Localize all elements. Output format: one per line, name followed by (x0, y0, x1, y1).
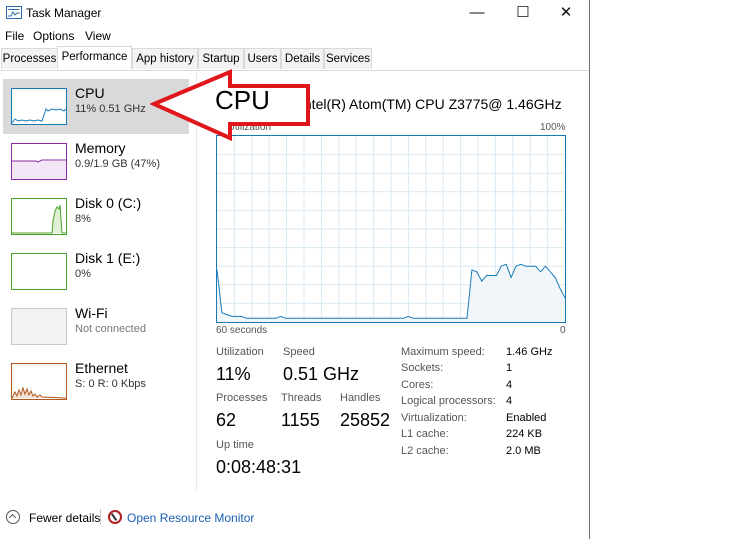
cpu-heading: CPU (215, 85, 270, 115)
maximize-icon: ☐ (516, 4, 530, 21)
sidebar-item-disk1[interactable]: Disk 1 (E:) 0% (3, 244, 189, 299)
close-button[interactable]: ✕ (543, 0, 589, 26)
detail-value: 224 KB (506, 428, 543, 440)
footer-bar: Fewer details Open Resource Monitor (0, 505, 589, 531)
detail-value: 1.46 GHz (506, 346, 553, 358)
sidebar-wifi-sub: Not connected (75, 323, 146, 335)
graph-time-right: 0 (560, 325, 566, 336)
memory-thumbnail-graph (11, 143, 67, 180)
resource-monitor-icon[interactable] (108, 510, 122, 524)
detail-value: 1 (506, 362, 513, 374)
sidebar-wifi-title: Wi-Fi (75, 305, 108, 321)
sidebar-item-memory[interactable]: Memory 0.9/1.9 GB (47%) (3, 134, 189, 189)
detail-value: Enabled (506, 412, 547, 424)
detail-key: Maximum speed: (401, 346, 485, 358)
sidebar-ethernet-title: Ethernet (75, 360, 128, 376)
cpu-graph-svg (216, 136, 566, 322)
threads-label: Threads (281, 392, 322, 404)
processes-value: 62 (216, 410, 237, 430)
detail-key: Logical processors: (401, 395, 496, 407)
cpu-thumbnail-graph (11, 88, 67, 125)
tab-services[interactable]: Services (324, 48, 372, 69)
speed-value: 0.51 GHz (283, 364, 360, 384)
detail-value: 4 (506, 395, 513, 407)
cpu-model-name: Intel(R) Atom(TM) CPU Z3775@ 1.46GHz (300, 96, 562, 112)
handles-label: Handles (340, 392, 381, 404)
maximize-button[interactable]: ☐ (500, 0, 546, 26)
utilization-value: 11% (216, 364, 251, 384)
uptime-label: Up time (216, 439, 254, 451)
sidebar-disk0-sub: 8% (75, 213, 91, 225)
tab-processes[interactable]: Processes (1, 48, 58, 69)
sidebar-item-disk0[interactable]: Disk 0 (C:) 8% (3, 189, 189, 244)
detail-key: Sockets: (401, 362, 444, 374)
detail-key: L1 cache: (401, 428, 449, 440)
detail-key: Cores: (401, 379, 434, 391)
footer-divider (100, 509, 101, 525)
wifi-thumbnail-graph (11, 308, 67, 345)
utilization-label: Utilization (216, 346, 264, 358)
graph-y-max: 100% (540, 122, 566, 133)
sidebar-disk0-title: Disk 0 (C:) (75, 195, 142, 211)
title-bar: Task Manager — ☐ ✕ (0, 0, 589, 26)
minimize-icon: — (469, 4, 485, 21)
processes-label: Processes (216, 392, 268, 404)
sidebar-disk1-sub: 0% (75, 268, 91, 280)
sidebar-memory-title: Memory (75, 140, 126, 156)
uptime-value: 0:08:48:31 (216, 457, 302, 477)
sidebar-ethernet-sub: S: 0 R: 0 Kbps (75, 378, 146, 390)
menu-view[interactable]: View (85, 29, 111, 43)
menu-bar: File Options View (0, 27, 589, 45)
chevron-up-icon[interactable] (6, 510, 20, 524)
fewer-details-link[interactable]: Fewer details (29, 511, 100, 525)
threads-value: 1155 (281, 410, 320, 430)
tab-performance[interactable]: Performance (57, 46, 132, 69)
disk0-thumbnail-graph (11, 198, 67, 235)
sidebar-disk1-title: Disk 1 (E:) (75, 250, 141, 266)
handles-value: 25852 (340, 410, 391, 430)
task-manager-icon (6, 6, 22, 19)
detail-value: 2.0 MB (506, 445, 541, 457)
sidebar-item-ethernet[interactable]: Ethernet S: 0 R: 0 Kbps (3, 354, 189, 409)
open-resource-monitor-link[interactable]: Open Resource Monitor (127, 511, 254, 525)
speed-label: Speed (283, 346, 315, 358)
ethernet-thumbnail-graph (11, 363, 67, 400)
menu-file[interactable]: File (5, 29, 24, 43)
graph-time-left: 60 seconds (216, 325, 268, 336)
detail-key: Virtualization: (401, 412, 467, 424)
close-icon: ✕ (559, 4, 573, 21)
minimize-button[interactable]: — (454, 0, 500, 26)
sidebar-cpu-title: CPU (75, 85, 105, 101)
sidebar-memory-sub: 0.9/1.9 GB (47%) (75, 158, 160, 170)
disk1-thumbnail-graph (11, 253, 67, 290)
window-title: Task Manager (26, 6, 102, 20)
sidebar-cpu-sub: 11% 0.51 GHz (75, 103, 146, 115)
cpu-utilization-graph (216, 135, 566, 323)
detail-key: L2 cache: (401, 445, 449, 457)
menu-options[interactable]: Options (33, 29, 74, 43)
sidebar-item-wifi[interactable]: Wi-Fi Not connected (3, 299, 189, 354)
detail-value: 4 (506, 379, 513, 391)
